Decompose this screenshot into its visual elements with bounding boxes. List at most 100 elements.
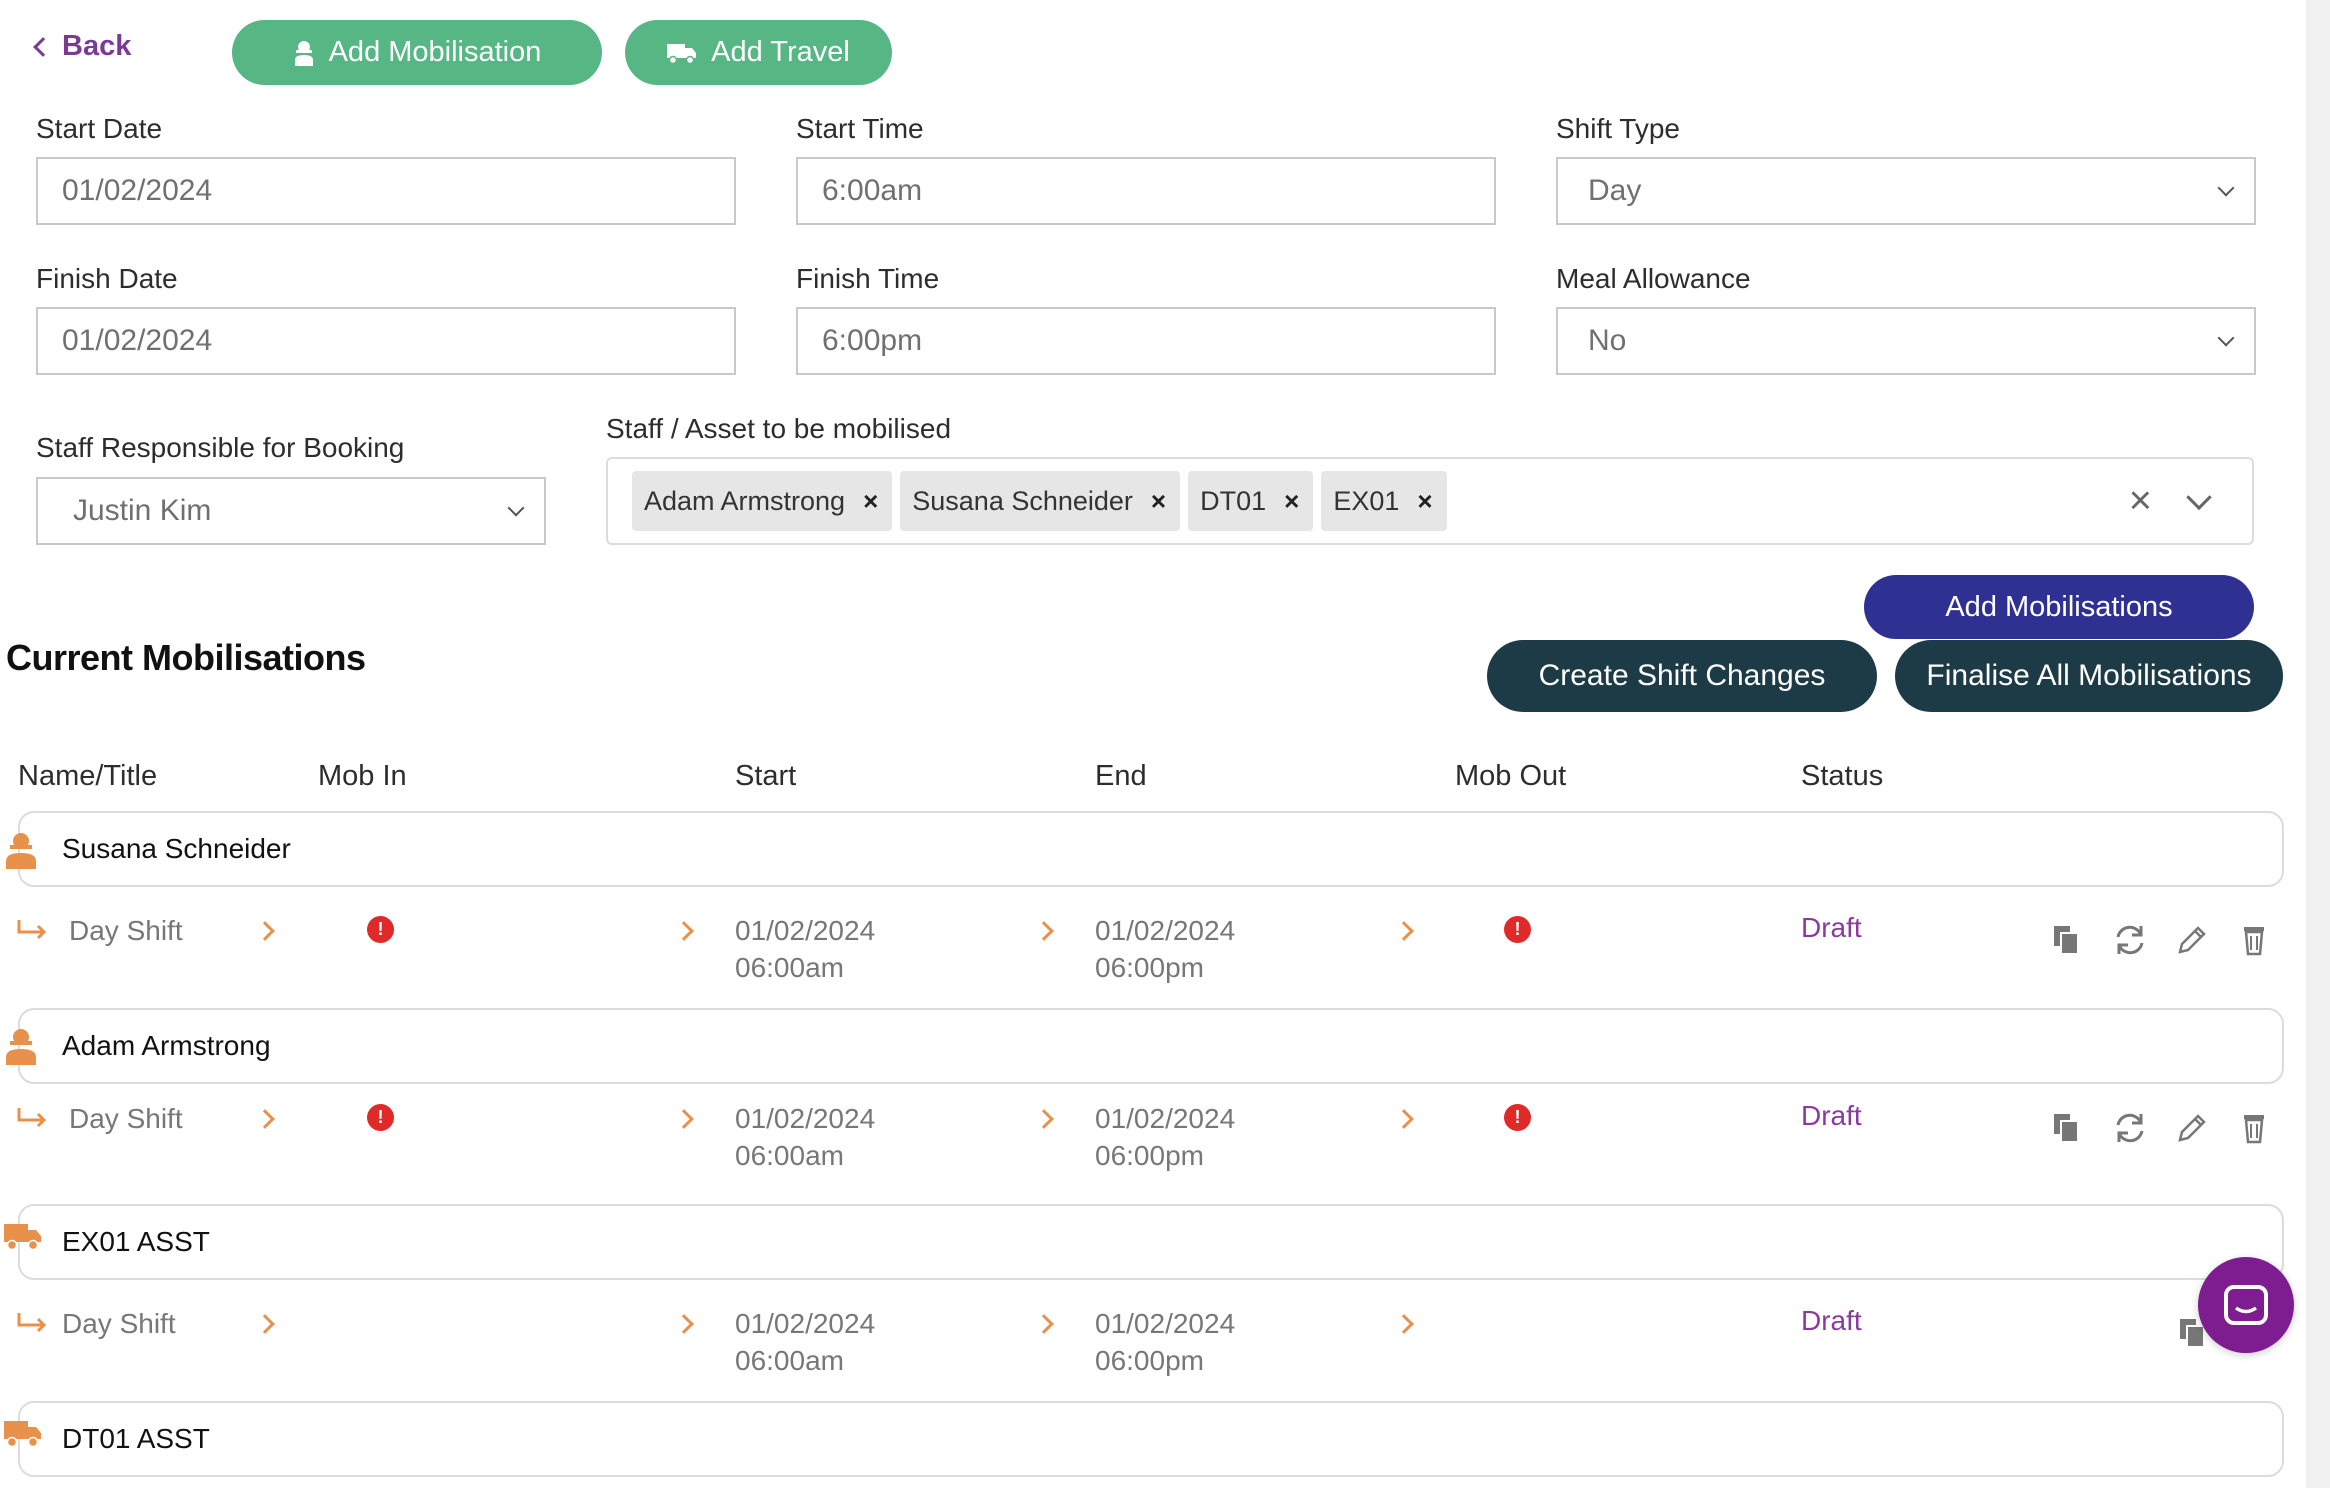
staff-responsible-value: Justin Kim — [73, 494, 212, 527]
trash-icon[interactable] — [2236, 1110, 2272, 1146]
staff-responsible-select[interactable]: Justin Kim — [36, 477, 546, 545]
shift-type-value: Day — [1588, 174, 1642, 207]
chevron-right-icon[interactable] — [674, 921, 694, 941]
chevron-down-icon — [2217, 179, 2235, 197]
scrollbar[interactable] — [2306, 0, 2330, 1488]
chat-icon — [2224, 1285, 2268, 1325]
chip-ex01: EX01 × — [1321, 471, 1447, 531]
end-datetime: 01/02/2024 06:00pm — [1095, 1100, 1235, 1174]
back-label: Back — [62, 30, 132, 62]
add-mobilisations-button[interactable]: Add Mobilisations — [1864, 575, 2254, 639]
start-datetime: 01/02/2024 06:00am — [735, 912, 875, 986]
finish-time-value: 6:00pm — [822, 324, 923, 357]
add-travel-button[interactable]: Add Travel — [625, 20, 892, 85]
remove-chip-icon[interactable]: × — [1284, 486, 1299, 517]
refresh-icon[interactable] — [2112, 922, 2148, 958]
start-date-label: Start Date — [36, 113, 163, 144]
table-row: Day Shift ! 01/02/2024 06:00am 01/02/2024… — [0, 1076, 2290, 1186]
edit-pencil-icon[interactable] — [2174, 922, 2210, 958]
end-time: 06:00pm — [1095, 1345, 1204, 1376]
copy-icon[interactable] — [2050, 1110, 2086, 1146]
chevron-right-icon[interactable] — [1034, 1109, 1054, 1129]
start-time-field[interactable]: 6:00am — [796, 157, 1496, 225]
chip-label: EX01 — [1333, 485, 1400, 516]
finalise-all-mobilisations-button[interactable]: Finalise All Mobilisations — [1895, 640, 2283, 712]
end-datetime: 01/02/2024 06:00pm — [1095, 912, 1235, 986]
status-badge: Draft — [1801, 1305, 1862, 1336]
header-end: End — [1095, 760, 1147, 792]
shift-label: Day Shift — [69, 915, 183, 946]
chevron-right-icon[interactable] — [1394, 921, 1414, 941]
chevron-right-icon[interactable] — [1034, 1314, 1054, 1334]
chevron-right-icon[interactable] — [255, 921, 275, 941]
chevron-left-icon — [33, 36, 53, 57]
start-datetime: 01/02/2024 06:00am — [735, 1100, 875, 1174]
start-time: 06:00am — [735, 952, 844, 983]
edit-pencil-icon[interactable] — [2174, 1110, 2210, 1146]
header-name-title: Name/Title — [18, 760, 158, 792]
shift-type-select[interactable]: Day — [1556, 157, 2256, 225]
person-icon — [6, 833, 36, 869]
table-row: Day Shift 01/02/2024 06:00am 01/02/2024 06… — [0, 1281, 2290, 1391]
shift-label: Day Shift — [62, 1308, 176, 1339]
group-row-ex01-asst: EX01 ASST — [18, 1204, 2284, 1280]
start-time: 06:00am — [735, 1140, 844, 1171]
refresh-icon[interactable] — [2112, 1110, 2148, 1146]
status-badge: Draft — [1801, 912, 1862, 943]
start-date: 01/02/2024 — [735, 1308, 876, 1339]
staff-responsible-label: Staff Responsible for Booking — [36, 432, 405, 463]
copy-icon[interactable] — [2050, 922, 2086, 958]
meal-allowance-select[interactable]: No — [1556, 307, 2256, 375]
finish-date-field[interactable]: 01/02/2024 — [36, 307, 736, 375]
meal-allowance-label: Meal Allowance — [1556, 263, 1751, 294]
group-name: Adam Armstrong — [62, 1030, 271, 1061]
remove-chip-icon[interactable]: × — [1151, 486, 1166, 517]
finish-time-field[interactable]: 6:00pm — [796, 307, 1496, 375]
group-name: EX01 ASST — [62, 1226, 210, 1257]
group-name: Susana Schneider — [62, 833, 291, 864]
end-date: 01/02/2024 — [1095, 1103, 1236, 1134]
trash-icon[interactable] — [2236, 922, 2272, 958]
start-time-value: 6:00am — [822, 174, 923, 207]
shift-label: Day Shift — [69, 1103, 183, 1134]
start-date-value: 01/02/2024 — [62, 174, 213, 207]
remove-chip-icon[interactable]: × — [1417, 486, 1432, 517]
finish-date-value: 01/02/2024 — [62, 324, 213, 357]
chevron-right-icon[interactable] — [674, 1314, 694, 1334]
group-name: DT01 ASST — [62, 1423, 210, 1454]
start-date-field[interactable]: 01/02/2024 — [36, 157, 736, 225]
chat-launcher-button[interactable] — [2198, 1257, 2294, 1353]
start-date: 01/02/2024 — [735, 915, 876, 946]
end-date: 01/02/2024 — [1095, 915, 1236, 946]
start-date: 01/02/2024 — [735, 1103, 876, 1134]
chevron-right-icon[interactable] — [1034, 921, 1054, 941]
start-datetime: 01/02/2024 06:00am — [735, 1305, 875, 1379]
clear-all-icon[interactable]: × — [2129, 479, 2152, 524]
chevron-right-icon[interactable] — [1394, 1109, 1414, 1129]
chevron-down-icon[interactable] — [2186, 484, 2212, 511]
end-time: 06:00pm — [1095, 952, 1204, 983]
group-row-susana-schneider: Susana Schneider — [18, 811, 2284, 887]
sub-arrow-icon — [17, 920, 47, 940]
create-shift-changes-button[interactable]: Create Shift Changes — [1487, 640, 1877, 712]
start-time-label: Start Time — [796, 113, 924, 144]
finish-time-label: Finish Time — [796, 263, 940, 294]
chevron-right-icon[interactable] — [1394, 1314, 1414, 1334]
warning-icon: ! — [367, 916, 394, 943]
person-icon — [294, 40, 313, 66]
chevron-down-icon — [2217, 329, 2235, 347]
end-date: 01/02/2024 — [1095, 1308, 1236, 1339]
truck-icon — [4, 1421, 41, 1448]
warning-icon: ! — [1504, 916, 1531, 943]
staff-asset-multiselect[interactable]: Adam Armstrong × Susana Schneider × DT01 × … — [606, 457, 2254, 545]
person-icon — [6, 1029, 36, 1065]
chevron-right-icon[interactable] — [255, 1109, 275, 1129]
add-mobilisation-button[interactable]: Add Mobilisation — [232, 20, 602, 85]
back-link[interactable]: Back — [33, 30, 132, 63]
chevron-right-icon[interactable] — [255, 1314, 275, 1334]
add-travel-label: Add Travel — [711, 36, 850, 68]
header-start: Start — [735, 760, 797, 792]
start-time: 06:00am — [735, 1345, 844, 1376]
chevron-right-icon[interactable] — [674, 1109, 694, 1129]
remove-chip-icon[interactable]: × — [863, 486, 878, 517]
